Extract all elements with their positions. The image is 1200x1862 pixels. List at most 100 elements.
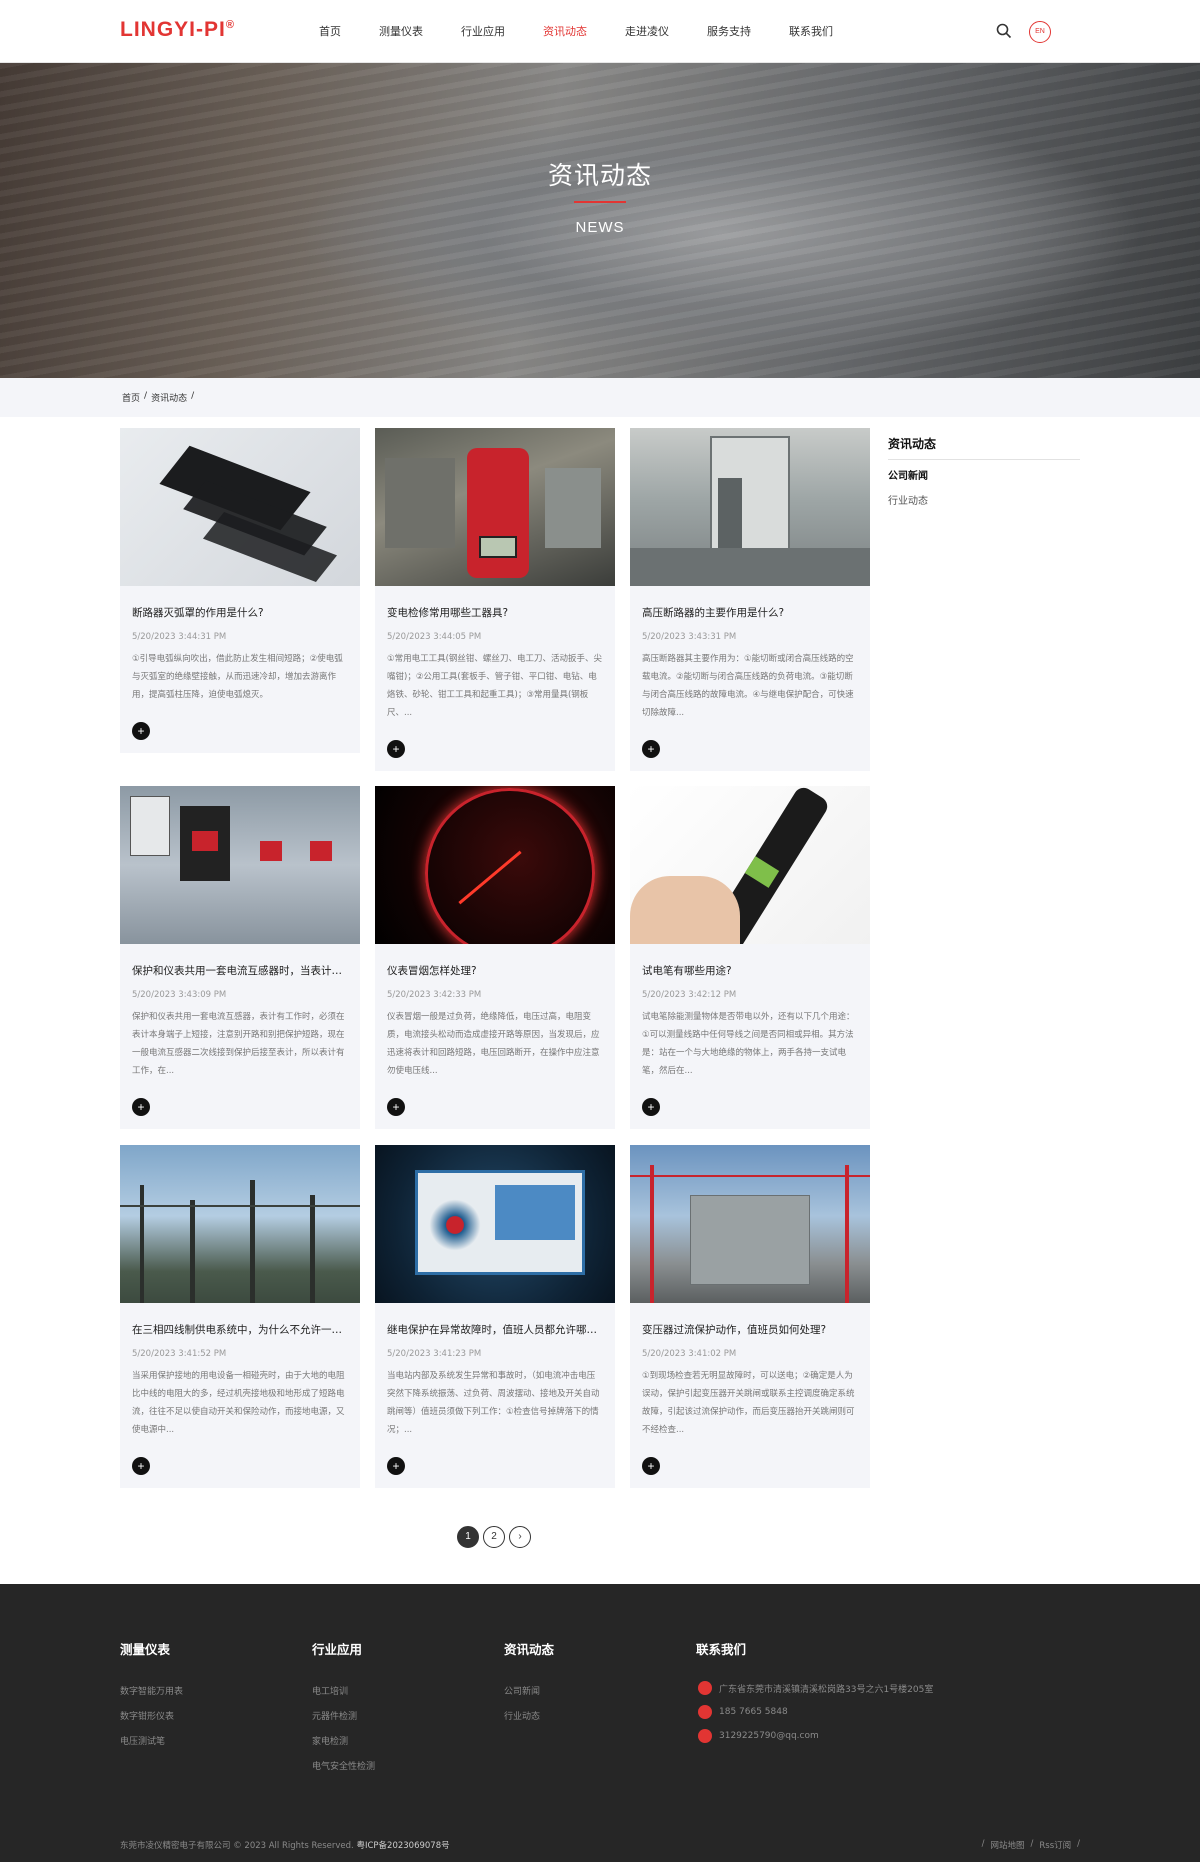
news-image-current-transformer[interactable] bbox=[120, 786, 360, 944]
news-date: 5/20/2023 3:42:12 PM bbox=[642, 990, 737, 1000]
news-card[interactable]: 变电检修常用哪些工器具? 5/20/2023 3:44:05 PM ①常用电工工… bbox=[375, 428, 615, 771]
news-summary: 当电站内部及系统发生异常和事故时，（如电流冲击电压突然下降系统振荡、过负荷、周波… bbox=[387, 1371, 600, 1435]
read-more-plus-icon[interactable]: + bbox=[387, 740, 405, 758]
footer-link[interactable]: 电压测试笔 bbox=[120, 1734, 165, 1747]
logo[interactable]: LINGYI-PI® bbox=[120, 18, 235, 42]
breadcrumb: 首页 / 资讯动态 / bbox=[122, 391, 194, 404]
nav-industry[interactable]: 行业应用 bbox=[442, 0, 524, 63]
news-date: 5/20/2023 3:41:52 PM bbox=[132, 1349, 227, 1359]
nav-instruments[interactable]: 测量仪表 bbox=[360, 0, 442, 63]
news-card[interactable]: 变压器过流保护动作，值班员如何处理? 5/20/2023 3:41:02 PM … bbox=[630, 1145, 870, 1488]
news-card[interactable]: 在三相四线制供电系统中，为什么不允许一部分设备接零，而另一部分设备接地？ 5/2… bbox=[120, 1145, 360, 1488]
news-card[interactable]: 高压断路器的主要作用是什么? 5/20/2023 3:43:31 PM 高压断路… bbox=[630, 428, 870, 771]
news-title[interactable]: 保护和仪表共用一套电流互感器时，当表计回路有工作时，如何短接？ bbox=[132, 963, 348, 978]
news-image-arc-chute[interactable] bbox=[120, 428, 360, 586]
main-nav: 首页 测量仪表 行业应用 资讯动态 走进凌仪 服务支持 联系我们 bbox=[300, 0, 852, 63]
breadcrumb-bar: 首页 / 资讯动态 / bbox=[0, 378, 1200, 417]
page-1-button[interactable]: 1 bbox=[457, 1526, 479, 1548]
next-page-icon[interactable]: › bbox=[509, 1526, 531, 1548]
footer-contact-title: 联系我们 bbox=[696, 1642, 747, 1657]
sidebar-item-company-news[interactable]: 公司新闻 bbox=[888, 467, 928, 482]
news-summary: 当采用保护接地的用电设备一相碰壳时，由于大地的电阻比中线的电阻大的多，经过机壳接… bbox=[132, 1371, 345, 1435]
sitemap-link[interactable]: 网站地图 bbox=[990, 1839, 1024, 1851]
hero-banner: 资讯动态 NEWS bbox=[0, 63, 1200, 378]
news-image-relay-tester[interactable] bbox=[375, 1145, 615, 1303]
page-2-button[interactable]: 2 bbox=[483, 1526, 505, 1548]
read-more-plus-icon[interactable]: + bbox=[387, 1457, 405, 1475]
pagination: 1 2 › bbox=[457, 1526, 531, 1548]
news-image-voltage-tester-pen[interactable] bbox=[630, 786, 870, 944]
news-card[interactable]: 断路器灭弧罩的作用是什么? 5/20/2023 3:44:31 PM ①引导电弧… bbox=[120, 428, 360, 753]
read-more-plus-icon[interactable]: + bbox=[132, 1098, 150, 1116]
nav-about[interactable]: 走进凌仪 bbox=[606, 0, 688, 63]
footer-link[interactable]: 数字钳形仪表 bbox=[120, 1709, 174, 1722]
phone-icon bbox=[698, 1705, 712, 1719]
nav-news[interactable]: 资讯动态 bbox=[524, 0, 606, 63]
footer-col-title: 资讯动态 bbox=[504, 1642, 555, 1657]
news-title[interactable]: 断路器灭弧罩的作用是什么? bbox=[132, 605, 348, 620]
news-card[interactable]: 保护和仪表共用一套电流互感器时，当表计回路有工作时，如何短接？ 5/20/202… bbox=[120, 786, 360, 1129]
news-title[interactable]: 变压器过流保护动作，值班员如何处理? bbox=[642, 1322, 858, 1337]
sidebar-divider bbox=[888, 459, 1080, 460]
rss-link[interactable]: Rss订阅 bbox=[1039, 1839, 1071, 1851]
news-image-substation[interactable] bbox=[120, 1145, 360, 1303]
footer-link[interactable]: 电工培训 bbox=[312, 1684, 348, 1697]
read-more-plus-icon[interactable]: + bbox=[387, 1098, 405, 1116]
language-switch[interactable]: EN bbox=[1029, 21, 1051, 43]
news-summary: 试电笔除能测量物体是否带电以外，还有以下几个用途：①可以测量线路中任何导线之间是… bbox=[642, 1012, 855, 1076]
location-icon bbox=[698, 1681, 712, 1695]
logo-registered-mark: ® bbox=[225, 19, 235, 31]
read-more-plus-icon[interactable]: + bbox=[642, 1098, 660, 1116]
footer-col-title: 测量仪表 bbox=[120, 1642, 171, 1657]
footer-bottom-links: / 网站地图 / Rss订阅 / bbox=[982, 1839, 1080, 1851]
news-title[interactable]: 仪表冒烟怎样处理? bbox=[387, 963, 603, 978]
news-summary: 高压断路器其主要作用为：①能切断或闭合高压线路的空载电流。②能切断与闭合高压线路… bbox=[642, 654, 854, 718]
nav-contact[interactable]: 联系我们 bbox=[770, 0, 852, 63]
footer-col-title: 行业应用 bbox=[312, 1642, 363, 1657]
news-title[interactable]: 变电检修常用哪些工器具? bbox=[387, 605, 603, 620]
news-card[interactable]: 继电保护在异常故障时，值班人员都允许哪些工作？ 5/20/2023 3:41:2… bbox=[375, 1145, 615, 1488]
footer-address: 广东省东莞市清溪镇清溪松岗路33号之六1号楼205室 bbox=[698, 1681, 933, 1695]
news-date: 5/20/2023 3:43:09 PM bbox=[132, 990, 227, 1000]
sidebar-title: 资讯动态 bbox=[888, 437, 937, 451]
footer-phone: 185 7665 5848 bbox=[698, 1705, 788, 1719]
news-title[interactable]: 在三相四线制供电系统中，为什么不允许一部分设备接零，而另一部分设备接地？ bbox=[132, 1322, 348, 1337]
breadcrumb-separator: / bbox=[191, 391, 195, 401]
news-title[interactable]: 试电笔有哪些用途? bbox=[642, 963, 858, 978]
news-card[interactable]: 仪表冒烟怎样处理? 5/20/2023 3:42:33 PM 仪表冒烟一般是过负… bbox=[375, 786, 615, 1129]
news-summary: ①常用电工工具(钢丝钳、螺丝刀、电工刀、活动扳手、尖嘴钳)；②公用工具(套板手、… bbox=[387, 654, 602, 718]
news-title[interactable]: 高压断路器的主要作用是什么? bbox=[642, 605, 858, 620]
footer-link[interactable]: 公司新闻 bbox=[504, 1684, 540, 1697]
news-card[interactable]: 试电笔有哪些用途? 5/20/2023 3:42:12 PM 试电笔除能测量物体… bbox=[630, 786, 870, 1129]
sidebar-item-industry-news[interactable]: 行业动态 bbox=[888, 492, 928, 507]
breadcrumb-separator: / bbox=[144, 391, 148, 401]
news-date: 5/20/2023 3:44:05 PM bbox=[387, 632, 482, 642]
search-icon[interactable] bbox=[995, 22, 1013, 40]
news-image-high-voltage-breaker[interactable] bbox=[630, 428, 870, 586]
breadcrumb-news[interactable]: 资讯动态 bbox=[151, 391, 187, 404]
news-image-transformer[interactable] bbox=[630, 1145, 870, 1303]
footer-link[interactable]: 数字智能万用表 bbox=[120, 1684, 183, 1697]
footer-link[interactable]: 电气安全性检测 bbox=[312, 1759, 375, 1772]
icp-link[interactable]: 粤ICP备2023069078号 bbox=[356, 1841, 449, 1851]
breadcrumb-home[interactable]: 首页 bbox=[122, 391, 140, 404]
news-summary: 保护和仪表共用一套电流互感器，表计有工作时，必须在表计本身端子上短接，注意别开路… bbox=[132, 1012, 345, 1076]
nav-home[interactable]: 首页 bbox=[300, 0, 360, 63]
news-image-clamp-meter[interactable] bbox=[375, 428, 615, 586]
footer-separator: / bbox=[1030, 1839, 1034, 1849]
footer-link[interactable]: 元器件检测 bbox=[312, 1709, 357, 1722]
footer-email: 3129225790@qq.com bbox=[698, 1729, 819, 1743]
read-more-plus-icon[interactable]: + bbox=[642, 1457, 660, 1475]
news-title[interactable]: 继电保护在异常故障时，值班人员都允许哪些工作？ bbox=[387, 1322, 603, 1337]
footer-link[interactable]: 家电检测 bbox=[312, 1734, 348, 1747]
news-date: 5/20/2023 3:44:31 PM bbox=[132, 632, 227, 642]
footer-email-text[interactable]: 3129225790@qq.com bbox=[719, 1731, 819, 1741]
nav-support[interactable]: 服务支持 bbox=[688, 0, 770, 63]
banner-title: 资讯动态 bbox=[547, 161, 652, 190]
news-image-dashboard-gauge[interactable] bbox=[375, 786, 615, 944]
read-more-plus-icon[interactable]: + bbox=[132, 722, 150, 740]
read-more-plus-icon[interactable]: + bbox=[132, 1457, 150, 1475]
footer-separator: / bbox=[1077, 1839, 1080, 1849]
footer-link[interactable]: 行业动态 bbox=[504, 1709, 540, 1722]
read-more-plus-icon[interactable]: + bbox=[642, 740, 660, 758]
